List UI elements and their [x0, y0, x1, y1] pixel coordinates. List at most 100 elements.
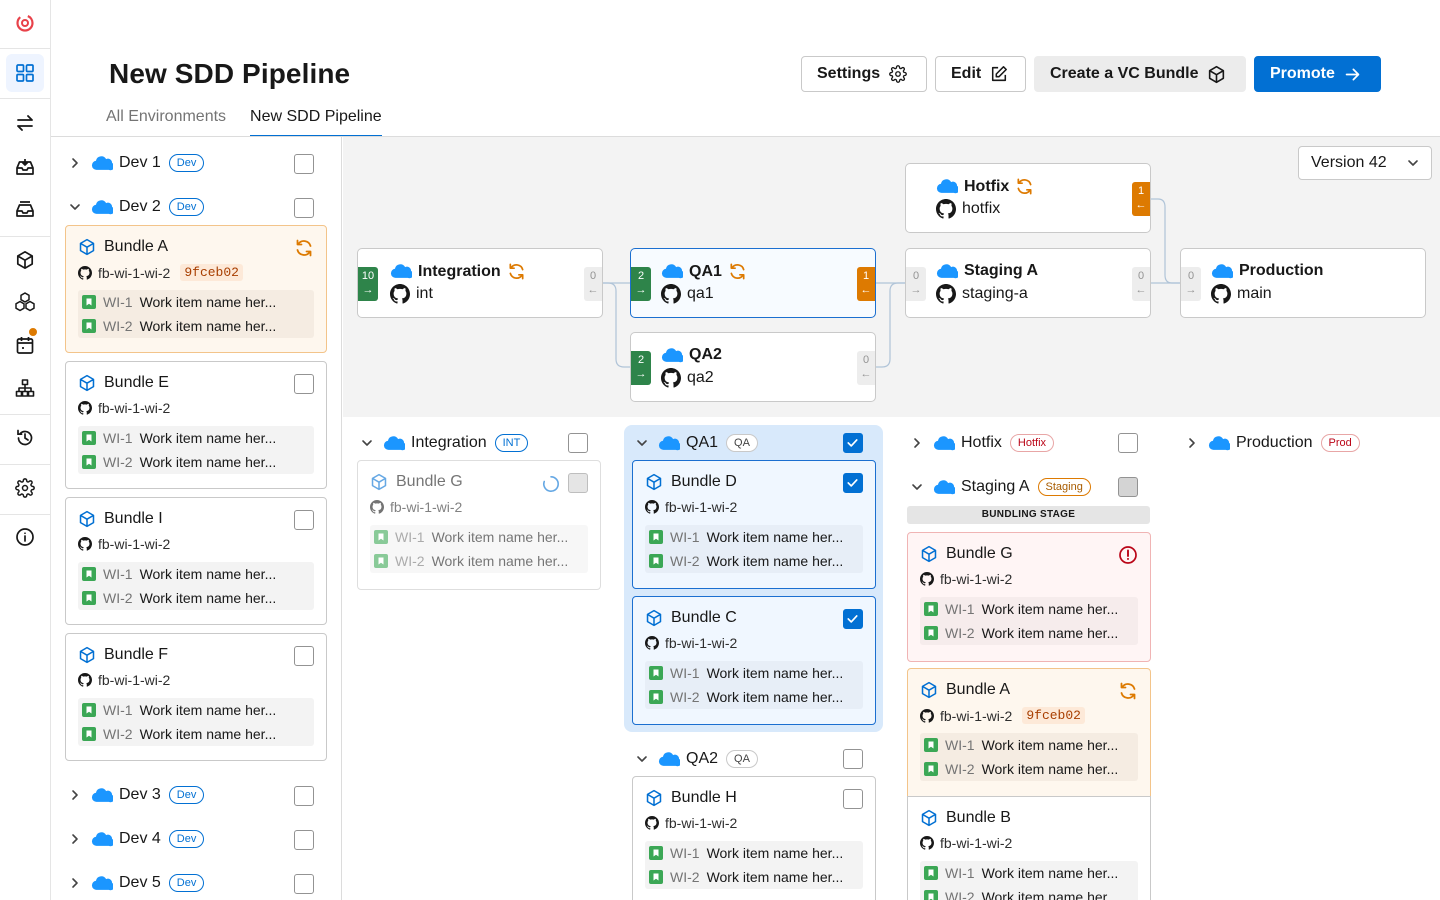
- version-label: Version 42: [1311, 154, 1387, 171]
- pipeline-node-integration[interactable]: 10 → Integration int 0 ←: [357, 248, 603, 318]
- outgoing-count-badge[interactable]: 1 ←: [1132, 182, 1150, 216]
- wi-id: WI-2: [670, 553, 700, 569]
- bundle-card-i[interactable]: Bundle I fb-wi-1-wi-2 WI-1 Work item name…: [65, 497, 327, 625]
- incoming-count-badge[interactable]: 0 →: [1181, 267, 1201, 301]
- work-item[interactable]: WI-1 Work item name her...: [924, 597, 1134, 621]
- settings-gear-icon[interactable]: [6, 469, 44, 507]
- bundle-card-a-staging[interactable]: Bundle A fb-wi-1-wi-2 9fceb02 WI-1 Work it…: [907, 668, 1151, 797]
- env-checkbox-dev4[interactable]: [294, 830, 314, 850]
- work-item[interactable]: WI-2 Work item name her...: [82, 722, 310, 746]
- incoming-count: 0: [912, 270, 920, 282]
- column-checkbox-integration[interactable]: [568, 433, 588, 453]
- bundle-card-h[interactable]: Bundle H fb-wi-1-wi-2 WI-1 Work item name…: [632, 776, 876, 900]
- work-item[interactable]: WI-2 Work item name her...: [924, 885, 1134, 900]
- chevron-down-icon[interactable]: [636, 437, 648, 449]
- incoming-count-badge[interactable]: 2 →: [631, 351, 651, 385]
- bundle-card-f[interactable]: Bundle F fb-wi-1-wi-2 WI-1 Work item name…: [65, 633, 327, 761]
- sync-icon: [1015, 177, 1034, 196]
- column-checkbox-hotfix[interactable]: [1118, 433, 1138, 453]
- column-checkbox-qa1[interactable]: [843, 433, 863, 453]
- commit-sha: 9fceb02: [1022, 707, 1085, 724]
- env-badge: Dev: [168, 786, 205, 804]
- work-item[interactable]: WI-1 Work item name her...: [924, 733, 1134, 757]
- salesforce-cloud-icon: [91, 788, 113, 803]
- column-header-hotfix[interactable]: Hotfix Hotfix: [911, 425, 1055, 461]
- bundle-checkbox[interactable]: [843, 789, 863, 809]
- outgoing-count-badge[interactable]: 0 ←: [584, 267, 602, 301]
- chevron-down-icon[interactable]: [361, 437, 373, 449]
- chevron-right-icon[interactable]: [69, 877, 81, 889]
- work-item[interactable]: WI-2 Work item name her...: [649, 549, 859, 573]
- work-item-icon: [649, 530, 663, 544]
- bundle-checkbox[interactable]: [294, 646, 314, 666]
- work-item[interactable]: WI-2 Work item name her...: [374, 549, 584, 573]
- bundle-checkbox[interactable]: [568, 473, 588, 493]
- incoming-count-badge[interactable]: 2 →: [631, 267, 651, 301]
- chevron-down-icon[interactable]: [911, 481, 923, 493]
- bundle-checkbox[interactable]: [843, 609, 863, 629]
- node-name: Hotfix: [964, 177, 1010, 195]
- incoming-count-badge[interactable]: 10 →: [358, 267, 378, 301]
- bundle-card-b[interactable]: Bundle B fb-wi-1-wi-2 WI-1 Work item name…: [907, 796, 1151, 900]
- work-item[interactable]: WI-1 Work item name her...: [924, 861, 1134, 885]
- pipeline-node-staging-a[interactable]: 0 → Staging A staging-a 0 ←: [905, 248, 1151, 318]
- info-icon[interactable]: [6, 518, 44, 556]
- outgoing-count: 1: [1137, 185, 1145, 197]
- work-item[interactable]: WI-1 Work item name her...: [374, 525, 584, 549]
- outgoing-count-badge[interactable]: 0 ←: [1132, 267, 1150, 301]
- work-item[interactable]: WI-1 Work item name her...: [82, 562, 310, 586]
- column-header-staging-a[interactable]: Staging A Staging: [911, 469, 1091, 505]
- column-checkbox-staging-a[interactable]: [1118, 477, 1138, 497]
- bundle-card-c[interactable]: Bundle C fb-wi-1-wi-2 WI-1 Work item name…: [632, 596, 876, 725]
- work-item-icon: [649, 554, 663, 568]
- incoming-count-badge[interactable]: 0 →: [906, 267, 926, 301]
- outgoing-count-badge[interactable]: 0 ←: [857, 351, 875, 385]
- pipeline-node-production[interactable]: 0 → Production main: [1180, 248, 1426, 318]
- work-item[interactable]: WI-2 Work item name her...: [649, 865, 859, 889]
- work-item[interactable]: WI-1 Work item name her...: [82, 698, 310, 722]
- work-item[interactable]: WI-2 Work item name her...: [924, 757, 1134, 781]
- version-select[interactable]: Version 42: [1298, 146, 1432, 180]
- column-header-integration[interactable]: Integration INT: [361, 425, 529, 461]
- work-item[interactable]: WI-1 Work item name her...: [82, 426, 310, 450]
- column-header-qa2[interactable]: QA2 QA: [636, 741, 758, 777]
- bundle-name: Bundle C: [671, 609, 737, 626]
- work-item[interactable]: WI-2 Work item name her...: [82, 450, 310, 474]
- chevron-right-icon[interactable]: [69, 833, 81, 845]
- chevron-right-icon[interactable]: [911, 437, 923, 449]
- work-item-icon: [82, 455, 96, 469]
- history-icon[interactable]: [6, 419, 44, 457]
- column-header-production[interactable]: Production Prod: [1186, 425, 1360, 461]
- bundle-card-g-staging[interactable]: Bundle G fb-wi-1-wi-2 WI-1 Work item name…: [907, 532, 1151, 662]
- chevron-right-icon[interactable]: [69, 789, 81, 801]
- chevron-right-icon[interactable]: [1186, 437, 1198, 449]
- column-name: Production: [1236, 434, 1313, 451]
- github-icon: [661, 368, 681, 388]
- work-item[interactable]: WI-2 Work item name her...: [924, 621, 1134, 645]
- work-item-icon: [924, 890, 938, 900]
- node-branch: main: [1237, 285, 1272, 302]
- work-item-icon: [82, 567, 96, 581]
- bundle-checkbox[interactable]: [294, 510, 314, 530]
- cube-icon: [920, 545, 938, 563]
- work-item[interactable]: WI-2 Work item name her...: [82, 586, 310, 610]
- work-item[interactable]: WI-1 Work item name her...: [649, 841, 859, 865]
- chevron-down-icon[interactable]: [636, 753, 648, 765]
- env-badge: Dev: [168, 874, 205, 892]
- env-checkbox-dev3[interactable]: [294, 786, 314, 806]
- column-header-qa1[interactable]: QA1 QA: [636, 425, 758, 461]
- bundle-card-d[interactable]: Bundle D fb-wi-1-wi-2 WI-1 Work item name…: [632, 460, 876, 589]
- outgoing-count-badge[interactable]: 1 ←: [857, 267, 875, 301]
- env-checkbox-dev5[interactable]: [294, 874, 314, 894]
- bundle-branch: fb-wi-1-wi-2: [390, 499, 463, 515]
- work-item[interactable]: WI-1 Work item name her...: [649, 661, 859, 685]
- column-checkbox-qa2[interactable]: [843, 749, 863, 769]
- sync-icon: [1118, 681, 1138, 701]
- bundle-checkbox[interactable]: [843, 473, 863, 493]
- work-item[interactable]: WI-1 Work item name her...: [649, 525, 859, 549]
- bundle-card-g-integration[interactable]: Bundle G fb-wi-1-wi-2 WI-1 Work item name…: [357, 460, 601, 590]
- pipeline-node-qa1[interactable]: 2 → QA1 qa1 1 ←: [630, 248, 876, 318]
- work-item[interactable]: WI-2 Work item name her...: [649, 685, 859, 709]
- pipeline-node-qa2[interactable]: 2 → QA2 qa2 0 ←: [630, 332, 876, 402]
- pipeline-node-hotfix[interactable]: Hotfix hotfix 1 ←: [905, 163, 1151, 233]
